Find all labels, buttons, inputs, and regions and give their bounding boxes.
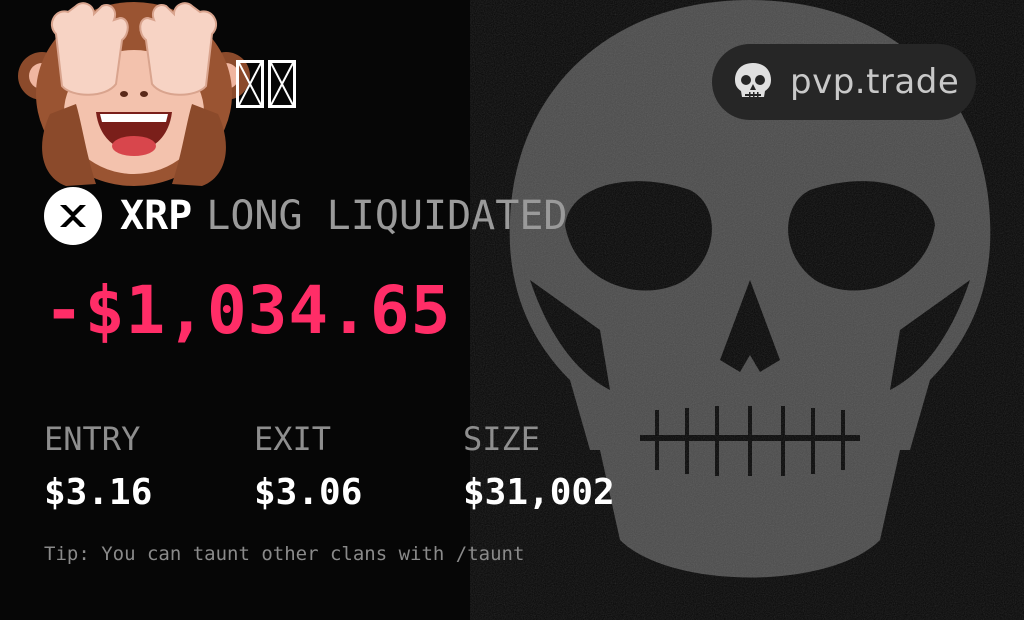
stat-value: $3.06 bbox=[254, 472, 363, 513]
missing-glyph-boxes bbox=[236, 60, 296, 108]
pnl-value: -$1,034.65 bbox=[44, 272, 452, 349]
stat-label: ENTRY bbox=[44, 420, 141, 458]
position-status: LONG LIQUIDATED bbox=[206, 193, 568, 239]
stat-entry: ENTRY $3.16 bbox=[44, 420, 152, 513]
trade-header: XRP LONG LIQUIDATED bbox=[44, 186, 567, 246]
skull-icon bbox=[730, 59, 776, 105]
stat-value: $3.16 bbox=[44, 472, 153, 513]
stat-value: $31,002 bbox=[463, 472, 615, 513]
stat-label: SIZE bbox=[463, 420, 541, 458]
see-no-evil-monkey-icon bbox=[16, 0, 252, 190]
xrp-logo-icon bbox=[44, 187, 102, 245]
tip-text: Tip: You can taunt other clans with /tau… bbox=[44, 543, 525, 565]
stat-exit: EXIT $3.06 bbox=[254, 420, 362, 513]
stat-label: EXIT bbox=[254, 420, 332, 458]
stat-size: SIZE $31,002 bbox=[463, 420, 615, 513]
missing-glyph-icon bbox=[236, 60, 264, 108]
missing-glyph-icon bbox=[268, 60, 296, 108]
brand-name: pvp.trade bbox=[790, 62, 960, 102]
asset-symbol: XRP bbox=[120, 193, 193, 239]
brand-badge[interactable]: pvp.trade bbox=[712, 44, 976, 120]
